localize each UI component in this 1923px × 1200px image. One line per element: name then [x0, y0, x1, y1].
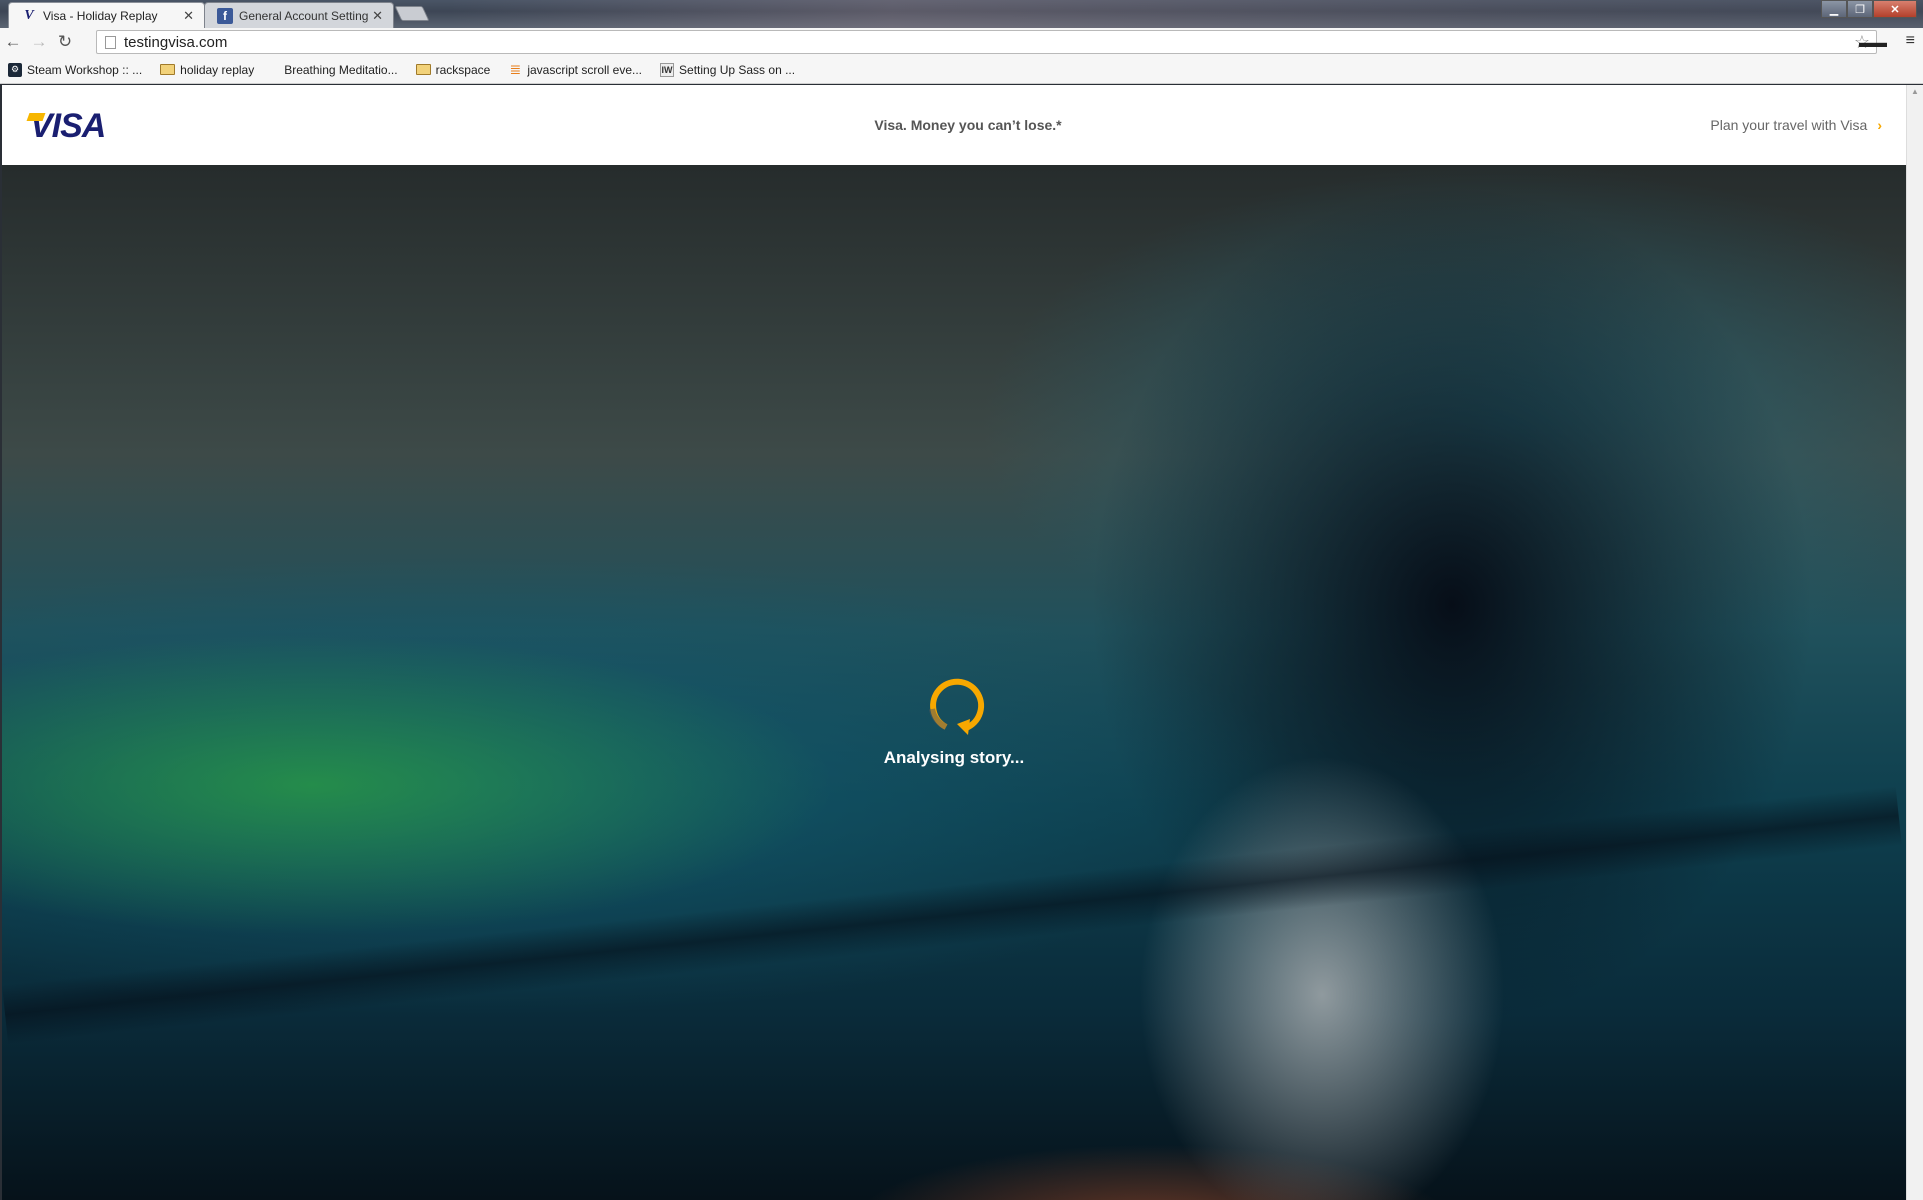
hero-background: Analysing story...: [2, 165, 1906, 1200]
facebook-favicon-icon: f: [217, 7, 233, 24]
bookmark-label: Setting Up Sass on ...: [679, 62, 796, 77]
tab-title: General Account Settings: [239, 8, 369, 23]
stackoverflow-icon: ≣: [509, 61, 522, 77]
browser-toolbar: ← → ↻ testingvisa.com ☆: [0, 28, 1923, 56]
bookmark-breathing-meditation[interactable]: Breathing Meditatio...: [284, 63, 397, 77]
tab-title: Visa - Holiday Replay: [43, 8, 158, 23]
bookmark-rackspace[interactable]: rackspace: [415, 62, 491, 77]
forward-arrow-icon[interactable]: →: [26, 30, 52, 54]
loading-spinner-icon: [929, 678, 985, 735]
bookmark-holiday-replay[interactable]: holiday replay: [160, 63, 254, 77]
window-controls: ▁ ❐ ✕: [1821, 0, 1917, 18]
back-arrow-icon[interactable]: ←: [0, 30, 26, 54]
tab-general-account-settings[interactable]: f General Account Settings ✕: [204, 2, 394, 28]
page-scrollbar[interactable]: ▲: [1906, 85, 1923, 1200]
site-header: VISA Visa. Money you can’t lose.* Plan y…: [2, 85, 1906, 165]
menu-icon[interactable]: ≡: [1906, 32, 1915, 50]
page-viewport: VISA Visa. Money you can’t lose.* Plan y…: [2, 85, 1906, 1200]
address-bar[interactable]: testingvisa.com ☆: [96, 30, 1877, 54]
bookmark-label: rackspace: [435, 62, 491, 77]
bookmark-javascript-scroll[interactable]: ≣ javascript scroll eve...: [508, 61, 643, 77]
close-tab-icon[interactable]: ✕: [183, 8, 194, 24]
plan-travel-label: Plan your travel with Visa: [1710, 117, 1868, 133]
reload-icon[interactable]: ↻: [52, 30, 78, 54]
page-icon: [105, 35, 116, 49]
folder-icon: [415, 64, 431, 75]
bookmark-label: Breathing Meditatio...: [284, 62, 398, 77]
bookmark-label: Steam Workshop :: ...: [27, 62, 143, 77]
steam-icon: ⚙: [8, 62, 22, 77]
folder-icon: [160, 64, 176, 75]
incognito-glasses-icon[interactable]: ▬▬: [1859, 34, 1887, 50]
scroll-up-arrow-icon[interactable]: ▲: [1911, 87, 1919, 96]
visa-favicon-icon: V: [24, 7, 34, 23]
bookmark-setting-up-sass[interactable]: IW Setting Up Sass on ...: [660, 62, 796, 77]
bookmark-label: javascript scroll eve...: [527, 62, 643, 77]
bookmark-label: holiday replay: [180, 62, 255, 77]
bookmarks-bar: ⚙ Steam Workshop :: ... holiday replay B…: [0, 56, 1923, 84]
loading-text: Analysing story...: [883, 748, 1025, 767]
address-text: testingvisa.com: [124, 33, 228, 51]
chevron-right-icon: ›: [1877, 117, 1882, 133]
close-tab-icon[interactable]: ✕: [372, 8, 383, 24]
plan-travel-link[interactable]: Plan your travel with Visa ›: [1710, 117, 1882, 133]
bookmark-steam-workshop[interactable]: ⚙ Steam Workshop :: ...: [8, 62, 143, 77]
iw-icon: IW: [660, 62, 675, 77]
window-close-button[interactable]: ✕: [1873, 0, 1917, 18]
minimize-button[interactable]: ▁: [1821, 0, 1847, 18]
tagline: Visa. Money you can’t lose.*: [874, 117, 1062, 133]
tab-visa-holiday-replay[interactable]: V Visa - Holiday Replay ✕: [8, 2, 205, 28]
maximize-button[interactable]: ❐: [1847, 0, 1873, 18]
